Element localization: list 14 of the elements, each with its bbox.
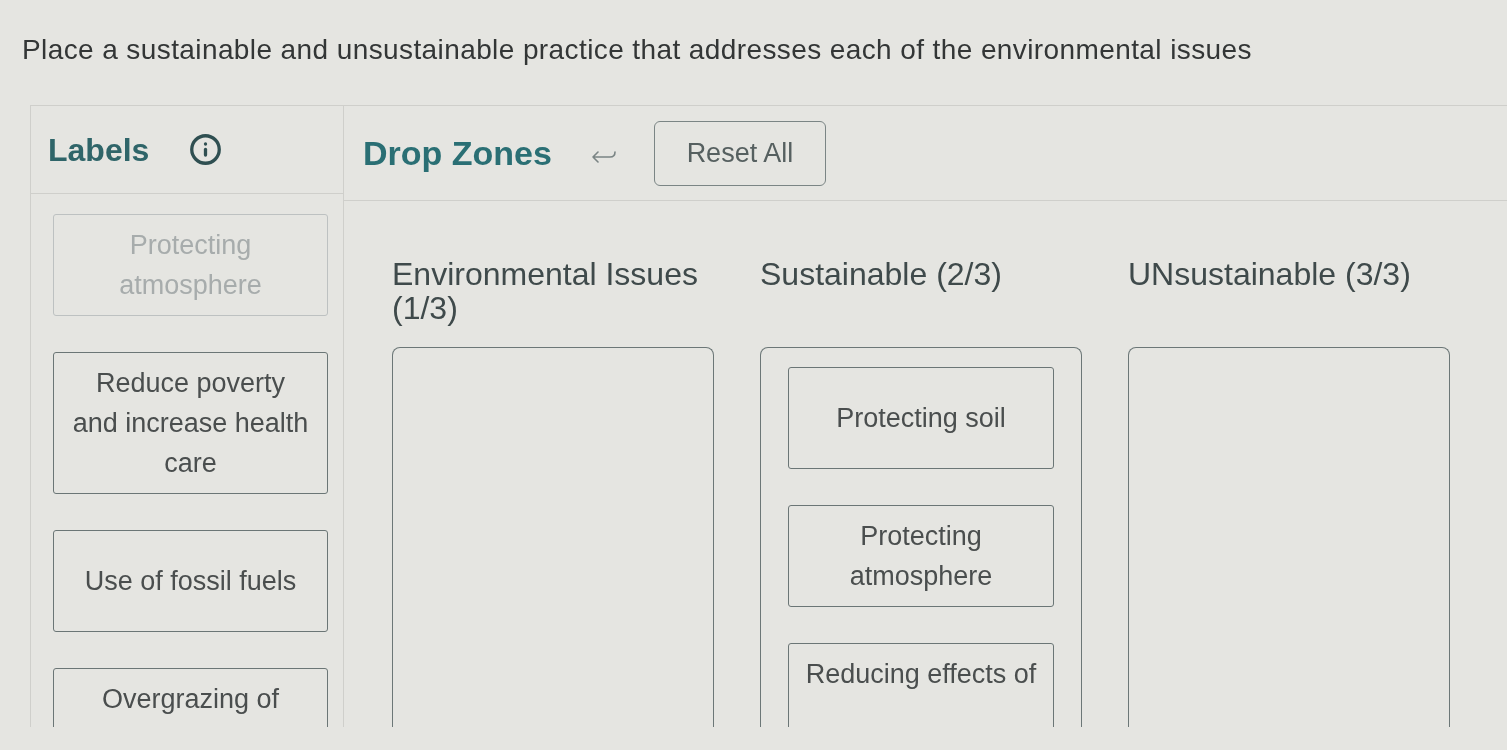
zone-heading: UNsustainable (3/3)	[1128, 257, 1411, 291]
placed-label-card[interactable]: Protecting soil	[788, 367, 1054, 469]
reset-all-button[interactable]: Reset All	[653, 120, 826, 186]
drop-zones-heading: Drop Zones	[363, 132, 552, 174]
info-icon[interactable]	[189, 133, 223, 166]
zone-heading: Sustainable (2/3)	[760, 257, 1002, 291]
label-card[interactable]: Reduce poverty and increase health care	[53, 352, 328, 494]
labels-heading: Labels	[48, 130, 150, 170]
label-card[interactable]: Use of fossil fuels	[53, 530, 328, 632]
zone-heading: Environmental Issues (1/3)	[392, 257, 699, 325]
placed-label-card[interactable]: Reducing effects of	[788, 643, 1054, 727]
instruction-text: Place a sustainable and unsustainable practice that addresses each of the environmental issues	[22, 35, 1252, 65]
label-card[interactable]: Overgrazing of	[53, 668, 328, 727]
placed-label-card[interactable]: Protecting atmosphere	[788, 505, 1054, 607]
